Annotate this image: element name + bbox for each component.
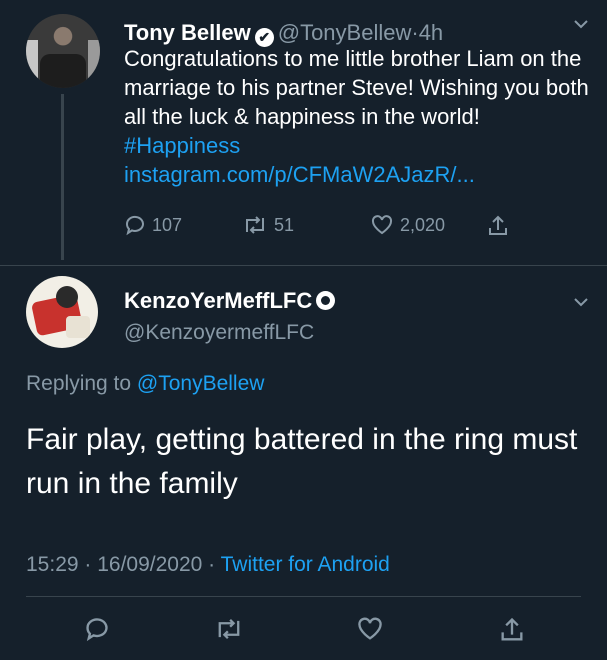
tweet-header: Tony Bellew ✔ @TonyBellew·4h (124, 18, 594, 47)
avatar-shirt (40, 54, 86, 88)
avatar-banner-right (88, 40, 100, 80)
tweet-text: Congratulations to me little brother Lia… (124, 44, 594, 189)
thread-line (61, 94, 64, 260)
retweet-icon (242, 214, 268, 236)
tweet-body: Congratulations to me little brother Lia… (124, 46, 589, 129)
replying-to-handle[interactable]: @TonyBellew (137, 372, 265, 395)
author-name[interactable]: Tony Bellew (124, 20, 251, 45)
reply-source[interactable]: Twitter for Android (221, 553, 390, 576)
divider (26, 596, 581, 597)
retweet-icon[interactable] (214, 616, 244, 642)
heart-icon (370, 214, 394, 236)
reply-icon[interactable] (84, 616, 110, 642)
reply-author-name[interactable]: KenzoYerMeffLFC (124, 288, 312, 313)
avatar[interactable] (26, 14, 100, 88)
reply-timestamp[interactable]: 15:29 · 16/09/2020 · (26, 553, 221, 576)
share-button[interactable] (486, 214, 510, 238)
tweet-actions: 107 51 2,020 (124, 214, 534, 240)
dot-separator: · (411, 20, 419, 45)
heart-icon[interactable] (356, 616, 384, 642)
reply-avatar[interactable] (26, 276, 98, 348)
share-icon (486, 214, 510, 238)
reply-author-handle[interactable]: @KenzoyermeffLFC (124, 321, 314, 345)
chevron-down-icon[interactable] (571, 14, 591, 34)
reply-author-row: KenzoYerMeffLFC (124, 288, 336, 314)
author-handle[interactable]: @TonyBellew (278, 20, 412, 45)
chevron-down-icon[interactable] (571, 292, 591, 312)
retweet-button[interactable]: 51 (242, 214, 294, 236)
instagram-link[interactable]: instagram.com/p/CFMaW2AJazR/... (124, 162, 475, 187)
reply-count: 107 (152, 214, 183, 235)
share-icon[interactable] (498, 616, 526, 644)
reply-text: Fair play, getting battered in the ring … (26, 423, 578, 500)
reply-meta: 15:29 · 16/09/2020 · Twitter for Android (26, 553, 390, 577)
eye-badge-icon (316, 291, 336, 310)
reply-actions (0, 610, 607, 650)
divider (0, 265, 607, 266)
reply-button[interactable]: 107 (124, 214, 182, 236)
hashtag-link[interactable]: #Happiness (124, 133, 240, 158)
replying-to-label: Replying to (26, 372, 137, 395)
tweet-time[interactable]: 4h (419, 20, 443, 45)
like-button[interactable]: 2,020 (370, 214, 445, 236)
avatar-shape (56, 286, 78, 308)
retweet-count: 51 (274, 214, 295, 235)
avatar-shape (66, 316, 90, 338)
reply-icon (124, 214, 146, 236)
like-count: 2,020 (400, 214, 446, 235)
replying-to: Replying to @TonyBellew (26, 372, 264, 396)
avatar-banner-left (26, 40, 38, 80)
